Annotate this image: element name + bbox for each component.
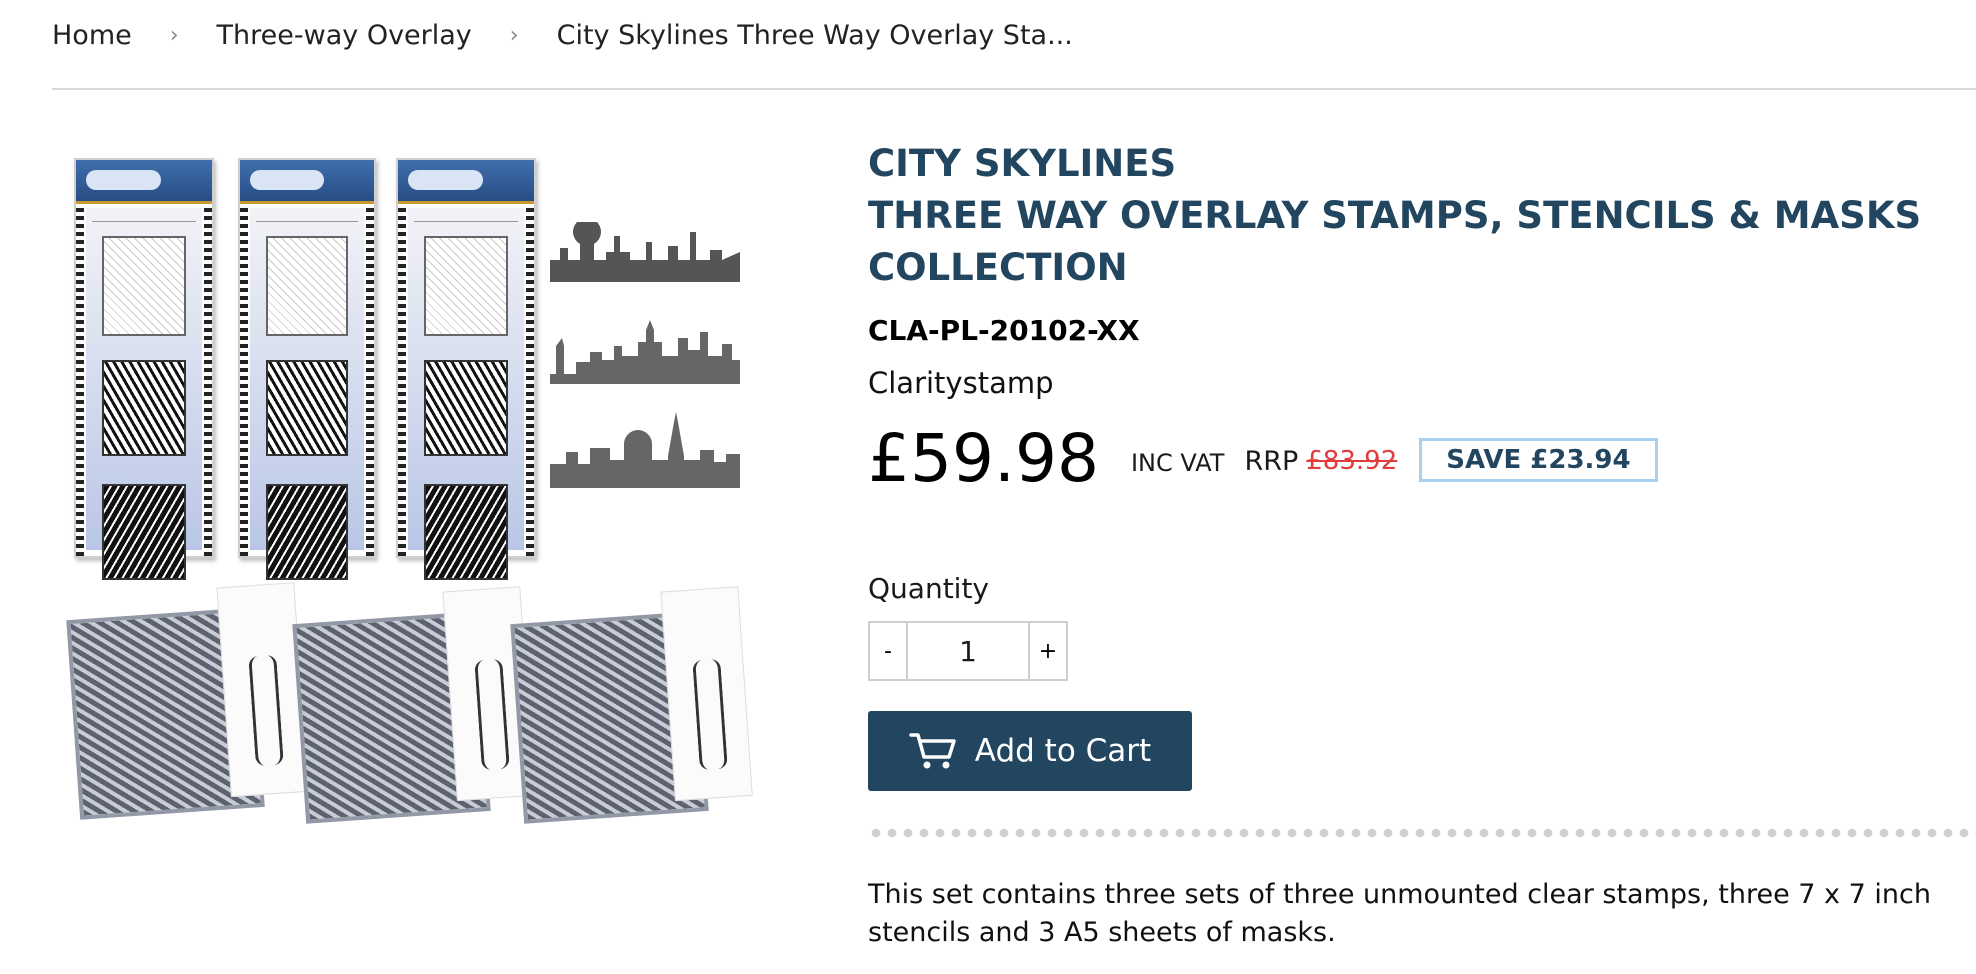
- product-vendor: Claritystamp: [868, 366, 1054, 400]
- cart-icon: [909, 733, 956, 769]
- stamp-packet-paris: [396, 158, 536, 580]
- price-row: £59.98 INC VAT RRP £83.92 SAVE £23.94: [868, 419, 1658, 497]
- new-york-skyline-mask: [550, 316, 740, 384]
- quantity-label: Quantity: [868, 572, 989, 605]
- stencil-new-york: [290, 578, 536, 825]
- breadcrumb-separator-icon: ›: [509, 22, 519, 48]
- add-to-cart-label: Add to Cart: [974, 733, 1152, 769]
- breadcrumb-category-link[interactable]: Three-way Overlay: [217, 20, 472, 51]
- add-to-cart-button[interactable]: Add to Cart: [868, 711, 1192, 791]
- product-title-line: CITY SKYLINES: [868, 142, 1177, 185]
- stamp-packet-london: [74, 158, 214, 580]
- product-price: £59.98: [868, 419, 1099, 497]
- breadcrumb-home-link[interactable]: Home: [52, 20, 132, 51]
- quantity-stepper: - 1 +: [868, 621, 1068, 681]
- save-badge: SAVE £23.94: [1419, 438, 1658, 482]
- quantity-input[interactable]: 1: [906, 623, 1030, 679]
- stamp-packet-new-york: [238, 158, 376, 580]
- stencil-london: [64, 574, 310, 821]
- product-title: CITY SKYLINES THREE WAY OVERLAY STAMPS, …: [868, 138, 1968, 294]
- london-skyline-mask: [550, 217, 740, 282]
- rrp-price: £83.92: [1306, 446, 1398, 476]
- product-description: This set contains three sets of three un…: [868, 879, 1931, 948]
- dotted-divider: [868, 828, 1976, 838]
- stencil-paris: [508, 578, 754, 825]
- product-image[interactable]: [66, 150, 753, 840]
- inc-vat-label: INC VAT: [1130, 449, 1225, 477]
- breadcrumb-divider: [52, 88, 1976, 90]
- quantity-decrease-button[interactable]: -: [870, 623, 906, 679]
- rrp-label: RRP: [1244, 445, 1299, 477]
- breadcrumb-current: City Skylines Three Way Overlay Sta...: [556, 19, 1073, 51]
- product-title-line: COLLECTION: [868, 246, 1128, 289]
- breadcrumb-separator-icon: ›: [169, 22, 179, 48]
- paris-skyline-mask: [550, 412, 740, 488]
- quantity-increase-button[interactable]: +: [1030, 623, 1066, 679]
- breadcrumb: Home › Three-way Overlay › City Skylines…: [52, 18, 1073, 52]
- product-sku: CLA-PL-20102-XX: [868, 314, 1140, 347]
- product-title-line: THREE WAY OVERLAY STAMPS, STENCILS & MAS…: [868, 194, 1922, 237]
